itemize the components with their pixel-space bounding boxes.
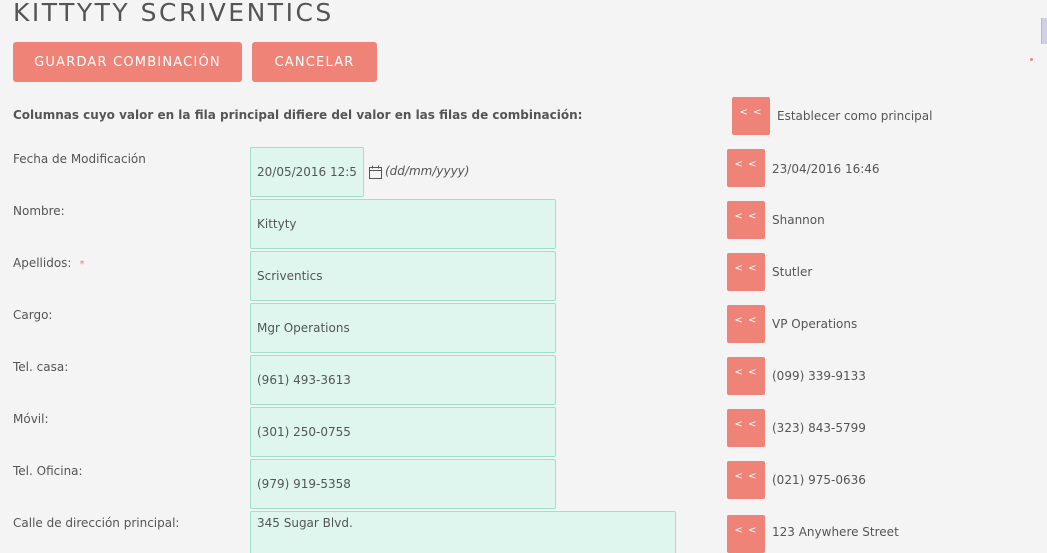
job-title-input[interactable] [250, 303, 556, 353]
copy-value-button[interactable]: < < [727, 305, 765, 343]
cancel-button[interactable]: CANCELAR [252, 42, 377, 82]
row-label: Calle de dirección principal: [13, 516, 180, 530]
copy-value-button[interactable]: < < [727, 357, 765, 395]
merge-row-value: VP Operations [772, 317, 858, 331]
merge-row-title: Cargo: < < VP Operations [0, 302, 1047, 354]
set-primary-label: Establecer como principal [777, 109, 933, 123]
decorative-dot [1030, 58, 1033, 61]
merge-row-mobile: Móvil: < < (323) 843-5799 [0, 406, 1047, 458]
row-label: Móvil: [13, 412, 49, 426]
row-label: Tel. Oficina: [13, 464, 83, 478]
copy-value-button[interactable]: < < [727, 201, 765, 239]
calendar-icon[interactable] [369, 164, 382, 179]
row-label: Cargo: [13, 308, 53, 322]
date-format-hint: (dd/mm/yyyy) [385, 164, 470, 178]
merge-row-value: 123 Anywhere Street [772, 525, 899, 539]
merge-row-last-name: Apellidos: * < < Stutler [0, 250, 1047, 302]
office-phone-input[interactable] [250, 459, 556, 509]
copy-value-button[interactable]: < < [727, 515, 765, 553]
differing-columns-heading: Columnas cuyo valor en la fila principal… [13, 108, 583, 122]
merge-row-value: 23/04/2016 16:46 [772, 162, 880, 176]
merge-row-first-name: Nombre: < < Shannon [0, 198, 1047, 250]
required-marker: * [79, 259, 85, 270]
row-label: Nombre: [13, 204, 65, 218]
page-title: KITTYTY SCRIVENTICS [13, 0, 334, 27]
copy-value-button[interactable]: < < [727, 149, 765, 187]
set-primary-button[interactable]: < < [732, 97, 770, 135]
date-modified-input[interactable] [250, 147, 364, 197]
row-label: Apellidos: * [13, 256, 84, 270]
scrollbar-thumb[interactable] [1041, 18, 1047, 44]
merge-records-page: KITTYTY SCRIVENTICS GUARDAR COMBINACIÓN … [0, 0, 1047, 553]
merge-row-home-phone: Tel. casa: < < (099) 339-9133 [0, 354, 1047, 406]
row-label: Tel. casa: [13, 360, 69, 374]
merge-row-value: (323) 843-5799 [772, 421, 866, 435]
save-merge-button[interactable]: GUARDAR COMBINACIÓN [13, 42, 242, 82]
street-address-textarea[interactable]: 345 Sugar Blvd. [250, 511, 676, 553]
merge-row-value: (021) 975-0636 [772, 473, 866, 487]
copy-value-button[interactable]: < < [727, 409, 765, 447]
mobile-phone-input[interactable] [250, 407, 556, 457]
row-label-text: Apellidos: [13, 256, 72, 270]
merge-row-office-phone: Tel. Oficina: < < (021) 975-0636 [0, 458, 1047, 510]
copy-value-button[interactable]: < < [727, 461, 765, 499]
merge-row-value: Stutler [772, 265, 813, 279]
merge-row-value: (099) 339-9133 [772, 369, 866, 383]
first-name-input[interactable] [250, 199, 556, 249]
row-label: Fecha de Modificación [13, 152, 146, 166]
merge-row-date-modified: Fecha de Modificación (dd/mm/yyyy) < < 2… [0, 146, 1047, 198]
merge-row-street: Calle de dirección principal: 345 Sugar … [0, 510, 1047, 553]
copy-value-button[interactable]: < < [727, 253, 765, 291]
home-phone-input[interactable] [250, 355, 556, 405]
merge-row-value: Shannon [772, 213, 825, 227]
last-name-input[interactable] [250, 251, 556, 301]
